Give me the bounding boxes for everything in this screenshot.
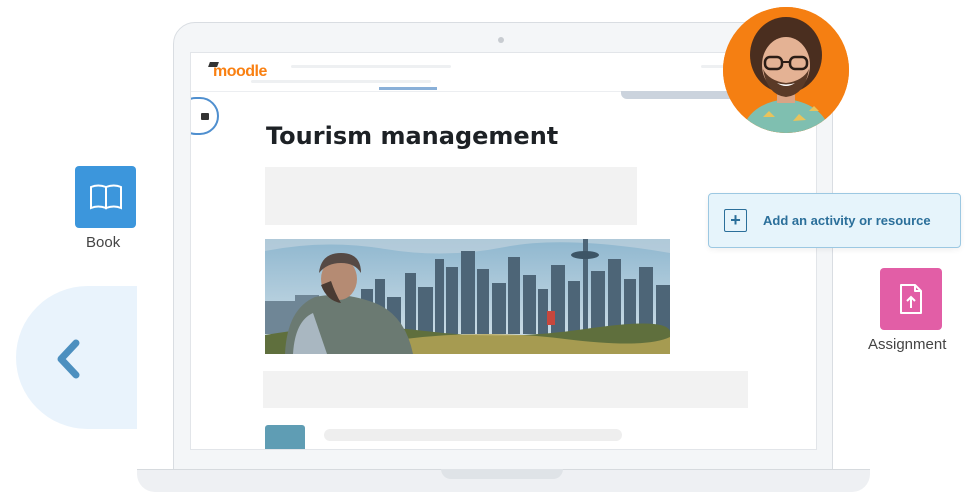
add-activity-label: Add an activity or resource xyxy=(763,213,931,228)
book-tile-label: Book xyxy=(86,234,121,251)
active-nav-indicator xyxy=(379,87,437,90)
content-placeholder xyxy=(265,167,637,225)
course-index-toggle[interactable] xyxy=(191,97,219,135)
chevron-left-icon[interactable] xyxy=(52,338,86,380)
file-upload-icon xyxy=(900,284,922,314)
book-icon xyxy=(89,184,122,210)
laptop-notch xyxy=(441,469,563,479)
moodle-logo[interactable]: moodle xyxy=(213,63,267,81)
activity-name-placeholder xyxy=(324,429,622,441)
add-activity-button[interactable]: + Add an activity or resource xyxy=(708,193,961,248)
laptop-screen: moodle Tourism management xyxy=(190,52,817,450)
navbar-placeholder xyxy=(291,65,451,68)
activity-icon[interactable] xyxy=(265,425,305,449)
assignment-tile-label: Assignment xyxy=(868,336,947,353)
course-banner-image xyxy=(265,239,670,354)
camera-dot xyxy=(498,37,504,43)
navbar-placeholder xyxy=(251,80,431,83)
course-title: Tourism management xyxy=(266,122,559,150)
drawer-icon xyxy=(201,113,209,120)
avatar xyxy=(723,7,849,133)
plus-icon: + xyxy=(724,209,747,232)
book-tile[interactable] xyxy=(75,166,136,228)
section-header-placeholder xyxy=(263,371,748,408)
assignment-tile[interactable] xyxy=(880,268,942,330)
